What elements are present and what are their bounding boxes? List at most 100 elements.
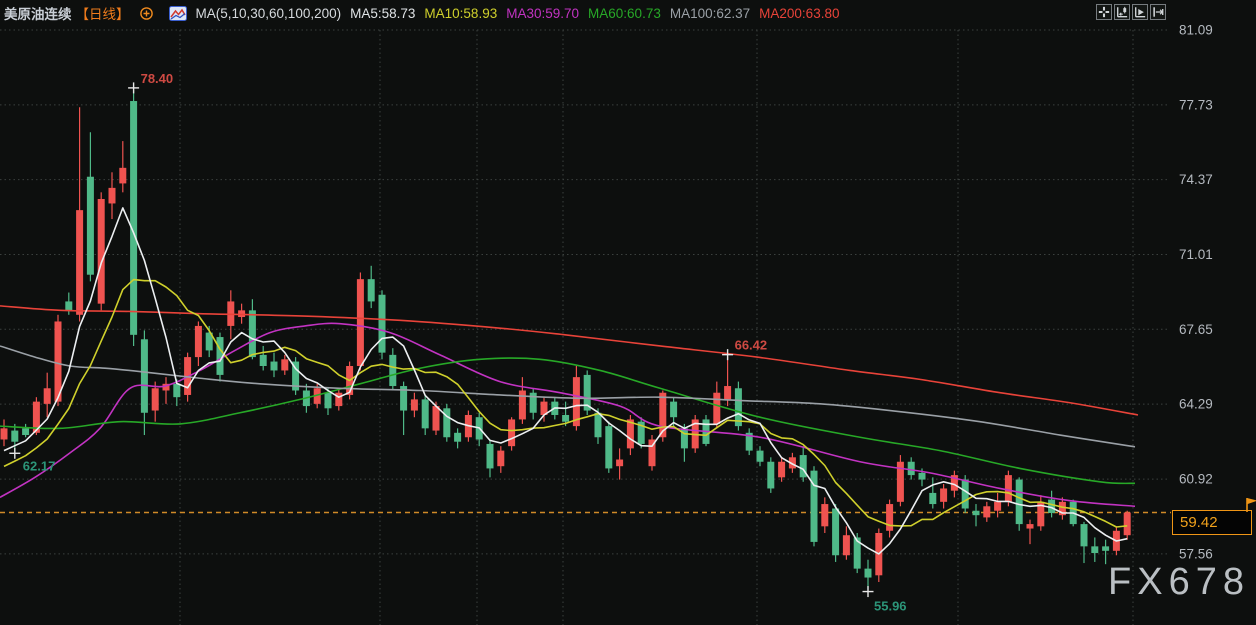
candle-body <box>152 388 159 410</box>
candle-body <box>940 488 947 501</box>
candle-body <box>98 199 105 304</box>
chart-style-icon[interactable] <box>169 6 187 21</box>
candle-body <box>886 504 893 531</box>
candle-body <box>605 426 612 468</box>
candle-body <box>616 460 623 467</box>
candlestick-chart[interactable]: 62.17 78.40 66.42 55.96 81.09 77.73 74.37 71.01… <box>0 0 1256 625</box>
candle-body <box>249 310 256 357</box>
candle-body <box>109 188 116 204</box>
candle-body <box>983 506 990 517</box>
candle-body <box>22 428 29 435</box>
candle-body <box>843 535 850 555</box>
fx678-watermark: FX678 <box>1108 561 1250 604</box>
price-annotation: 55.96 <box>874 599 907 614</box>
candle-body <box>1102 546 1109 550</box>
candle-body <box>325 393 332 409</box>
chart-window: 62.17 78.40 66.42 55.96 81.09 77.73 74.37 71.01… <box>0 0 1256 625</box>
play-forward-icon[interactable] <box>1132 4 1148 20</box>
candle-body <box>141 339 148 412</box>
candle-body <box>443 408 450 437</box>
candle-body <box>1048 500 1055 513</box>
add-indicator-icon[interactable] <box>139 6 154 21</box>
y-axis-label: 71.01 <box>1179 247 1213 262</box>
candle-body <box>11 431 18 442</box>
ma100-value: MA100:62.37 <box>670 6 750 21</box>
candle-body <box>908 462 915 475</box>
candle-body <box>368 279 375 301</box>
candle-body <box>562 415 569 422</box>
candle-body <box>973 511 980 515</box>
chart-toolbar <box>1096 4 1166 20</box>
candle-body <box>497 451 504 467</box>
period-label[interactable]: 【日线】 <box>76 3 130 23</box>
candle-body <box>724 386 731 399</box>
y-axis-label: 74.37 <box>1179 172 1213 187</box>
candle-body <box>260 355 267 366</box>
candle-body <box>130 101 137 335</box>
y-axis-label: 77.73 <box>1179 97 1213 112</box>
candle-body <box>238 310 245 317</box>
candle-body <box>195 326 202 357</box>
price-annotation: 66.42 <box>735 338 768 353</box>
candle-body <box>962 480 969 509</box>
candle-body <box>1 428 8 439</box>
candle-body <box>389 355 396 386</box>
candle-body <box>357 279 364 366</box>
ma-settings-label[interactable]: MA(5,10,30,60,100,200) <box>196 6 342 21</box>
candle-body <box>1016 480 1023 525</box>
candle-body <box>281 359 288 370</box>
candle-body <box>44 388 51 404</box>
candle-body <box>433 406 440 430</box>
ma5-line <box>4 208 1127 554</box>
candle-body <box>76 210 83 315</box>
y-axis-label: 81.09 <box>1179 23 1213 38</box>
candle-body <box>713 393 720 424</box>
candle-body <box>994 502 1001 511</box>
candle-body <box>487 444 494 468</box>
candle-body <box>670 402 677 418</box>
candle-body <box>778 462 785 478</box>
candle-body <box>832 509 839 556</box>
price-annotation: 78.40 <box>141 71 174 86</box>
candle-body <box>821 504 828 526</box>
candle-body <box>119 168 126 184</box>
candle-body <box>173 384 180 397</box>
candle-body <box>1027 524 1034 528</box>
candle-body <box>919 473 926 480</box>
y-axis-label: 67.65 <box>1179 322 1213 337</box>
jump-to-start-icon[interactable] <box>1114 4 1130 20</box>
alert-flag-icon[interactable] <box>1245 496 1256 518</box>
candle-body <box>454 433 461 442</box>
candle-body <box>335 393 342 406</box>
y-axis-label: 57.56 <box>1179 546 1213 561</box>
ma200-value: MA200:63.80 <box>759 6 839 21</box>
price-annotation: 62.17 <box>23 458 56 473</box>
ma60-value: MA60:60.73 <box>588 6 661 21</box>
chart-legend: 美原油连续 【日线】 MA(5,10,30,60,100,200) MA5:58… <box>4 3 839 23</box>
y-axis-label: 60.92 <box>1179 472 1213 487</box>
y-axis-label: 64.29 <box>1179 397 1213 412</box>
candle-body <box>65 301 72 310</box>
candle-body <box>757 451 764 462</box>
symbol-name[interactable]: 美原油连续 <box>4 3 72 23</box>
ma10-value: MA10:58.93 <box>424 6 497 21</box>
current-price-tag: 59.42 <box>1172 510 1252 535</box>
candle-body <box>929 493 936 504</box>
candle-body <box>1124 513 1131 536</box>
ma100-line <box>0 346 1135 447</box>
candle-body <box>1081 524 1088 546</box>
candle-body <box>865 569 872 578</box>
candle-body <box>87 177 94 275</box>
pan-icon[interactable] <box>1096 4 1112 20</box>
candle-body <box>508 419 515 446</box>
candle-body <box>767 462 774 489</box>
candle-body <box>1005 475 1012 502</box>
candle-body <box>411 399 418 410</box>
jump-to-latest-icon[interactable] <box>1150 4 1166 20</box>
candle-body <box>595 413 602 437</box>
candle-body <box>519 390 526 419</box>
candle-body <box>1091 546 1098 553</box>
ma30-value: MA30:59.70 <box>506 6 579 21</box>
candle-body <box>271 362 278 371</box>
candle-body <box>422 399 429 428</box>
